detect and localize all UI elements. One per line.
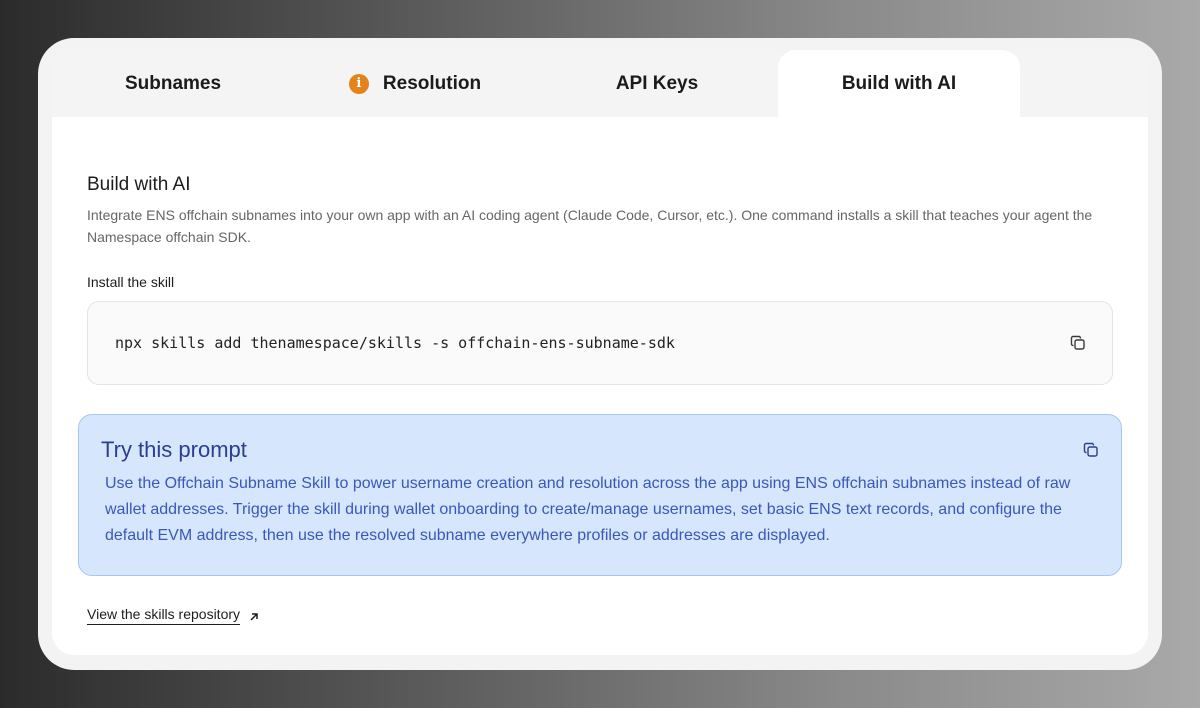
tab-resolution-label: Resolution (382, 72, 482, 94)
prompt-header: Try this prompt (101, 437, 1099, 463)
main-content: Build with AI Integrate ENS offchain sub… (87, 174, 1113, 385)
page-title: Build with AI (87, 174, 191, 195)
prompt-text: Use the Offchain Subname Skill to power … (105, 475, 1071, 544)
tab-subnames-label: Subnames (124, 72, 222, 94)
copy-icon[interactable] (1070, 335, 1086, 351)
page-description: Integrate ENS offchain subnames into you… (87, 207, 1093, 245)
tab-bar: Subnames i Resolution API Keys Build wit… (52, 50, 1148, 117)
skills-repo-link[interactable]: View the skills repository (87, 606, 260, 625)
install-label: Install the skill (87, 274, 175, 290)
skills-repo-link-label: View the skills repository (87, 606, 241, 625)
arrow-up-right-icon (248, 610, 260, 622)
copy-icon[interactable] (1083, 442, 1099, 458)
tab-build-with-ai-label: Build with AI (841, 72, 957, 94)
tab-resolution[interactable]: i Resolution (294, 50, 536, 117)
tab-subnames[interactable]: Subnames (52, 50, 294, 117)
tab-api-keys[interactable]: API Keys (536, 50, 778, 117)
tab-build-with-ai[interactable]: Build with AI (778, 50, 1020, 117)
info-icon: i (348, 73, 369, 94)
prompt-title: Try this prompt (101, 437, 247, 462)
install-command-box: npx skills add thenamespace/skills -s of… (87, 301, 1113, 385)
tab-api-keys-label: API Keys (615, 72, 699, 94)
prompt-card: Try this prompt Use the Offchain Subname… (78, 414, 1122, 576)
install-command[interactable]: npx skills add thenamespace/skills -s of… (115, 334, 675, 352)
app-panel: Subnames i Resolution API Keys Build wit… (52, 50, 1148, 655)
